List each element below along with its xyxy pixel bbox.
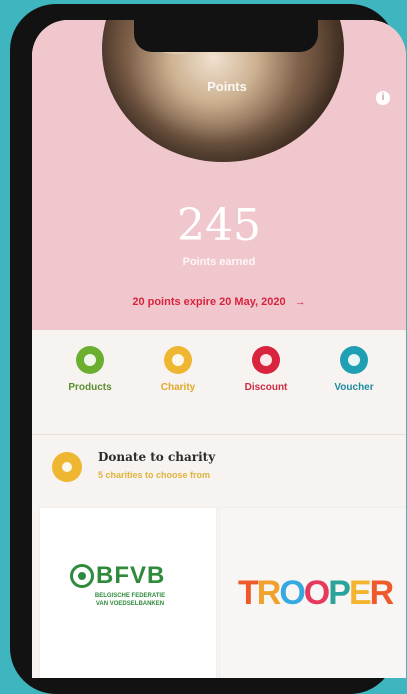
action-charity-label: Charity — [160, 382, 196, 393]
action-row: Products Charity Discount Voucher — [32, 346, 406, 416]
trooper-letter: T — [238, 574, 259, 612]
points-expire-link[interactable]: 20 points expire 20 May, 2020 → — [32, 296, 406, 308]
donate-section-header[interactable]: Donate to charity 5 charities to choose … — [52, 450, 382, 490]
charity-card-trooper[interactable]: TROOPER — [220, 508, 406, 678]
bfvb-mark-icon — [70, 564, 94, 588]
phone-notch — [134, 20, 318, 52]
voucher-icon — [340, 346, 368, 374]
action-discount-label: Discount — [244, 382, 288, 393]
action-discount[interactable]: Discount — [226, 346, 306, 393]
trooper-letter: E — [348, 574, 372, 612]
action-voucher[interactable]: Voucher — [314, 346, 394, 393]
hero-caption: Points — [207, 79, 247, 94]
expire-text: 20 points expire 20 May, 2020 — [132, 296, 286, 308]
products-icon — [76, 346, 104, 374]
points-value: 245 — [177, 200, 261, 251]
phone-frame: Points i 245 Points earned 20 points exp… — [10, 4, 406, 694]
donate-subtitle: 5 charities to choose from — [98, 470, 211, 480]
trooper-letter: P — [328, 574, 351, 612]
section-divider — [32, 434, 406, 435]
action-products-label: Products — [68, 382, 112, 393]
info-icon[interactable]: i — [376, 91, 390, 105]
bfvb-subtitle-line1: BELGISCHE FEDERATIE — [94, 593, 166, 599]
trooper-letter: R — [369, 574, 395, 612]
charity-card-bfvb[interactable]: BFVB BELGISCHE FEDERATIE VAN VOEDSELBANK… — [40, 508, 216, 678]
app-screen: Points i 245 Points earned 20 points exp… — [32, 20, 406, 678]
charity-icon — [52, 452, 82, 482]
bfvb-subtitle-line2: VAN VOEDSELBANKEN — [95, 601, 165, 607]
points-hero: Points i 245 Points earned 20 points exp… — [32, 20, 406, 330]
arrow-right-icon: → — [294, 296, 306, 308]
trooper-letter: O — [279, 574, 305, 612]
bfvb-subtitle: BELGISCHE FEDERATIE VAN VOEDSELBANKEN — [70, 592, 190, 608]
points-label: Points earned — [182, 256, 256, 268]
charity-icon — [164, 346, 192, 374]
trooper-letter: O — [303, 574, 330, 612]
trooper-logo: TROOPER — [238, 574, 394, 613]
action-voucher-label: Voucher — [334, 382, 374, 393]
trooper-letter: R — [256, 574, 282, 612]
bfvb-name: BFVB — [96, 562, 166, 589]
discount-icon — [252, 346, 280, 374]
bfvb-logo: BFVB BELGISCHE FEDERATIE VAN VOEDSELBANK… — [70, 556, 190, 620]
donate-title: Donate to charity — [98, 450, 216, 464]
action-products[interactable]: Products — [50, 346, 130, 393]
action-charity[interactable]: Charity — [138, 346, 218, 393]
